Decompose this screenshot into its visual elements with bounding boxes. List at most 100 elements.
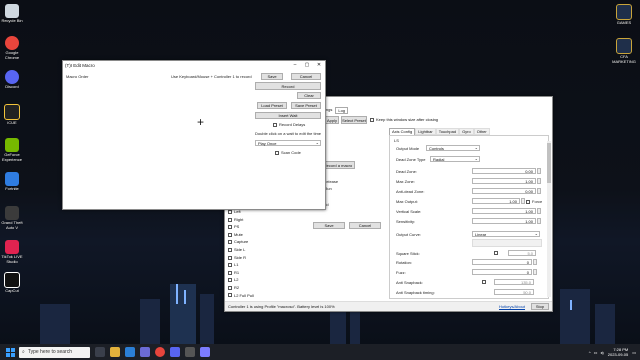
hotkeys-link[interactable]: Hotkeys/About xyxy=(499,304,525,309)
square-stick-field[interactable]: 5.0 xyxy=(508,250,536,256)
play-mode-select[interactable]: Play Once xyxy=(255,140,321,146)
desktop-icon-fortnite[interactable]: Fortnite xyxy=(0,172,24,192)
sensitivity-spinner[interactable] xyxy=(537,218,541,224)
list-item[interactable]: R1 xyxy=(228,269,288,277)
list-item[interactable]: Mute xyxy=(228,231,288,239)
record-button[interactable]: Record xyxy=(255,82,321,90)
desktop-icon-tiktok[interactable]: TikTok LIVE Studio xyxy=(0,240,24,264)
save-button[interactable]: Save xyxy=(261,73,283,80)
rotation-spinner[interactable] xyxy=(533,259,537,265)
cancel-button[interactable]: Cancel xyxy=(291,73,321,80)
anti-dead-zone-spinner[interactable] xyxy=(537,188,541,194)
sensitivity-field[interactable]: 1.00 xyxy=(472,218,536,224)
clear-button[interactable]: Clear xyxy=(297,92,321,99)
output-mode-select[interactable]: Controls xyxy=(426,145,480,151)
volume-icon[interactable]: ◂) xyxy=(600,350,603,355)
dead-zone-type-select[interactable]: Radial xyxy=(430,156,480,162)
list-item[interactable]: Right xyxy=(228,216,288,224)
anti-dead-zone-field[interactable]: 0.00 xyxy=(472,188,536,194)
windows-logo-icon xyxy=(5,347,15,357)
dead-zone-field[interactable]: 0.00 xyxy=(472,168,536,174)
max-zone-spinner[interactable] xyxy=(537,178,541,184)
scan-code-checkbox[interactable] xyxy=(275,150,279,155)
network-icon[interactable]: ▭ xyxy=(594,350,598,355)
save-button[interactable]: Save xyxy=(313,222,345,229)
store-icon[interactable] xyxy=(140,347,150,357)
scan-code-option[interactable]: Scan Code xyxy=(275,150,301,155)
ds4windows-icon[interactable] xyxy=(200,347,210,357)
list-item[interactable]: R2 xyxy=(228,284,288,292)
list-item[interactable]: Side L xyxy=(228,246,288,254)
tab-touchpad[interactable]: Touchpad xyxy=(435,128,460,135)
taskbar-search[interactable]: ⌕ Type here to search xyxy=(19,346,90,358)
desktop-icon-geforce[interactable]: GeForce Experience xyxy=(0,138,24,162)
scrollbar-thumb[interactable] xyxy=(547,143,551,183)
record-macro-button[interactable]: Record a macro xyxy=(321,161,355,169)
macro-titlebar[interactable]: (T)I Edit Macro – ▢ ✕ xyxy=(63,61,325,69)
max-output-spinner[interactable] xyxy=(521,198,525,204)
app-icon[interactable] xyxy=(185,347,195,357)
tab-axis-config[interactable]: Axis Config xyxy=(389,128,416,135)
max-zone-field[interactable]: 1.00 xyxy=(472,178,536,184)
tab-lightbar[interactable]: Lightbar xyxy=(415,128,436,135)
scrollbar[interactable] xyxy=(547,141,551,297)
chrome-icon[interactable] xyxy=(155,347,165,357)
notification-icon[interactable]: ▭ xyxy=(632,350,636,355)
tray-chevron-icon[interactable]: ^ xyxy=(589,350,591,355)
vertical-scale-field[interactable]: 1.00 xyxy=(472,208,536,214)
clock[interactable]: 7:28 PM 2023-09-05 xyxy=(608,347,628,357)
cancel-button[interactable]: Cancel xyxy=(349,222,381,229)
file-explorer-icon[interactable] xyxy=(110,347,120,357)
apply-button[interactable]: Apply xyxy=(325,116,339,124)
square-stick-checkbox[interactable] xyxy=(494,251,498,255)
desktop-icon-games[interactable]: GAMES xyxy=(612,4,636,26)
stop-button[interactable]: Stop xyxy=(531,303,549,310)
anti-snapback-checkbox[interactable] xyxy=(482,280,486,284)
vertical-scale-spinner[interactable] xyxy=(537,208,541,214)
keep-window-checkbox[interactable] xyxy=(370,117,374,122)
keep-window-option[interactable]: Keep this window size after closing xyxy=(370,117,438,122)
tab-other[interactable]: Other xyxy=(473,128,490,135)
anti-snapback-field[interactable]: 135.0 xyxy=(494,279,534,285)
list-item[interactable]: Side R xyxy=(228,254,288,262)
list-item[interactable]: Capture xyxy=(228,238,288,246)
discord-icon[interactable] xyxy=(170,347,180,357)
fuzz-spinner[interactable] xyxy=(533,269,537,275)
desktop-icon-icue[interactable]: iCUE xyxy=(0,104,24,126)
desktop-icon-cfa-marketing[interactable]: CFA MARKETING xyxy=(612,38,636,64)
force-option[interactable]: Force xyxy=(526,199,542,204)
edge-icon[interactable] xyxy=(125,347,135,357)
max-output-field[interactable]: 1.00 xyxy=(472,198,520,204)
list-item[interactable]: PS xyxy=(228,223,288,231)
task-view-icon[interactable] xyxy=(95,347,105,357)
skyline-building xyxy=(140,299,160,344)
start-button[interactable] xyxy=(3,345,17,359)
desktop-icon-recycle-bin[interactable]: Recycle Bin xyxy=(0,4,24,24)
save-preset-button[interactable]: Save Preset xyxy=(291,102,321,109)
macro-order-list[interactable]: + xyxy=(65,81,255,205)
list-item[interactable]: L2 xyxy=(228,276,288,284)
tab-settings[interactable]: ings xyxy=(325,107,332,114)
desktop-icon-discord[interactable]: Discord xyxy=(0,70,24,90)
rotation-field[interactable]: 0 xyxy=(472,259,532,265)
dead-zone-spinner[interactable] xyxy=(537,168,541,174)
select-preset-button[interactable]: Select Preset xyxy=(341,116,367,124)
insert-wait-button[interactable]: Insert Wait xyxy=(255,112,321,119)
tab-gyro[interactable]: Gyro xyxy=(459,128,474,135)
force-checkbox[interactable] xyxy=(526,199,530,204)
maximize-icon[interactable]: ▢ xyxy=(301,61,313,69)
list-item[interactable]: L2 Full Pull xyxy=(228,292,288,300)
close-icon[interactable]: ✕ xyxy=(313,61,325,69)
output-curve-select[interactable]: Linear xyxy=(472,231,540,237)
load-preset-button[interactable]: Load Preset xyxy=(257,102,287,109)
desktop-icon-chrome[interactable]: Google Chrome xyxy=(0,36,24,60)
desktop-icon-gta[interactable]: Grand Theft Auto V xyxy=(0,206,24,230)
record-delays-checkbox[interactable] xyxy=(273,122,277,127)
anti-snapback-timing-field[interactable]: 50.0 xyxy=(494,289,534,295)
record-delays-option[interactable]: Record Delays xyxy=(273,122,305,127)
fuzz-field[interactable]: 0 xyxy=(472,269,532,275)
tab-log[interactable]: Log xyxy=(335,107,349,114)
desktop-icon-capcut[interactable]: CapCut xyxy=(0,272,24,294)
list-item[interactable]: L1 xyxy=(228,261,288,269)
minimize-icon[interactable]: – xyxy=(289,61,301,69)
